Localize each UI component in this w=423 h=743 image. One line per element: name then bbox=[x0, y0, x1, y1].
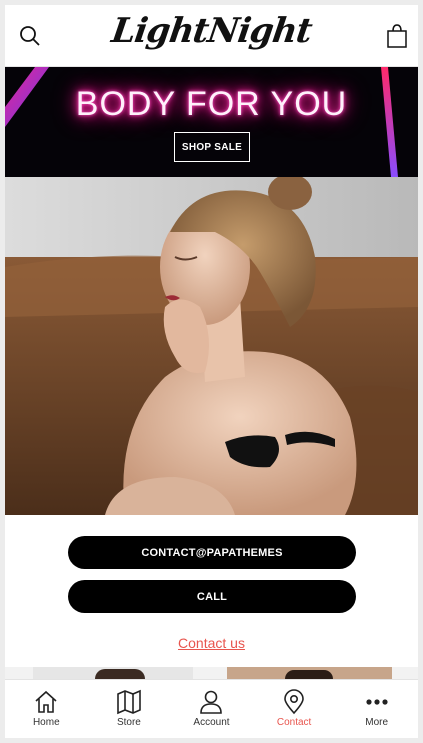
app-frame: LightNight BODY FOR YOU SHOP SALE CONTAC… bbox=[5, 5, 418, 738]
home-icon bbox=[35, 690, 57, 713]
promo-banner[interactable]: BODY FOR YOU SHOP SALE bbox=[5, 67, 418, 177]
nav-label-account: Account bbox=[193, 717, 230, 728]
shop-sale-button[interactable]: SHOP SALE bbox=[174, 132, 250, 162]
contact-section: CONTACT@PAPATHEMES CALL Contact us bbox=[5, 515, 418, 667]
contact-us-link[interactable]: Contact us bbox=[5, 635, 418, 651]
more-dots-icon bbox=[366, 699, 388, 705]
hero-photo bbox=[5, 177, 418, 515]
user-icon bbox=[200, 690, 223, 714]
next-section-preview bbox=[5, 667, 418, 679]
nav-label-more: More bbox=[365, 717, 389, 728]
email-button[interactable]: CONTACT@PAPATHEMES bbox=[68, 536, 356, 569]
banner-title: BODY FOR YOU bbox=[75, 85, 348, 123]
brand-logo[interactable]: LightNight bbox=[5, 11, 418, 51]
nav-item-contact[interactable]: Contact bbox=[253, 680, 336, 738]
nav-item-store[interactable]: Store bbox=[88, 680, 171, 738]
shopping-bag-icon[interactable] bbox=[382, 21, 412, 51]
nav-item-account[interactable]: Account bbox=[170, 680, 253, 738]
nav-label-store: Store bbox=[116, 717, 141, 728]
bottom-nav: Home Store Account Contact More bbox=[5, 679, 418, 738]
map-pin-icon bbox=[284, 689, 304, 715]
map-icon bbox=[117, 689, 141, 715]
call-button[interactable]: CALL bbox=[68, 580, 356, 613]
nav-item-more[interactable]: More bbox=[335, 680, 418, 738]
top-header: LightNight bbox=[5, 5, 418, 67]
nav-item-home[interactable]: Home bbox=[5, 680, 88, 738]
nav-label-home: Home bbox=[32, 717, 60, 728]
nav-label-contact: Contact bbox=[276, 717, 312, 728]
